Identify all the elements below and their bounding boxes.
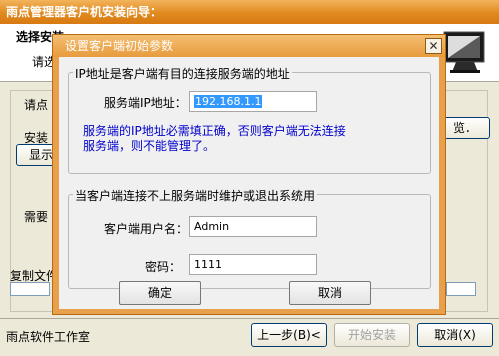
auth-group-legend: 当客户端连接不上服务端时维护或退出系统用 [73, 187, 318, 204]
copy-progress-bar [10, 282, 50, 296]
footer-brand: 雨点软件工作室 [6, 330, 91, 344]
client-params-dialog: 设置客户端初始参数 ✕ IP地址是客户端有目的连接服务端的地址 服务端IP地址：… [52, 34, 446, 315]
computer-install-icon [443, 31, 485, 73]
dialog-body: IP地址是客户端有目的连接服务端的地址 服务端IP地址： 192.168.1.1… [59, 57, 439, 309]
ok-button[interactable]: 确定 [119, 281, 201, 305]
dialog-title-bar: 设置客户端初始参数 [53, 35, 445, 57]
browse-button[interactable]: 览． [440, 117, 490, 139]
server-ip-value: 192.168.1.1 [194, 95, 263, 108]
footer-divider [0, 318, 499, 319]
username-value: Admin [194, 220, 230, 233]
password-input[interactable]: 1111 [189, 254, 317, 275]
ip-group-box [68, 72, 431, 174]
wizard-title-bar: 雨点管理器客户机安装向导： [0, 0, 499, 24]
dialog-title: 设置客户端初始参数 [65, 39, 174, 53]
server-ip-label: 服务端IP地址： [104, 96, 187, 110]
start-install-button[interactable]: 开始安装 [334, 323, 410, 347]
dialog-cancel-button[interactable]: 取消 [289, 281, 371, 305]
please-click-label: 请点 [24, 98, 49, 112]
username-label: 客户端用户名： [104, 222, 189, 236]
password-label: 密码： [145, 260, 182, 274]
wizard-title: 雨点管理器客户机安装向导： [6, 5, 163, 19]
wizard-cancel-button[interactable]: 取消(X) [417, 323, 493, 347]
username-input[interactable]: Admin [189, 216, 317, 237]
need-label: 需要 [24, 210, 49, 224]
close-icon[interactable]: ✕ [425, 38, 442, 54]
server-ip-input[interactable]: 192.168.1.1 [189, 91, 317, 112]
server-ip-note: 服务端的IP地址必需填正确，否则客户端无法连接服务端，则不能管理了。 [83, 124, 346, 153]
copy-progress-bar-right [446, 282, 476, 296]
back-button[interactable]: 上一步(B)< [251, 323, 327, 347]
password-value: 1111 [194, 258, 222, 271]
ip-group-legend: IP地址是客户端有目的连接服务端的地址 [73, 65, 292, 82]
